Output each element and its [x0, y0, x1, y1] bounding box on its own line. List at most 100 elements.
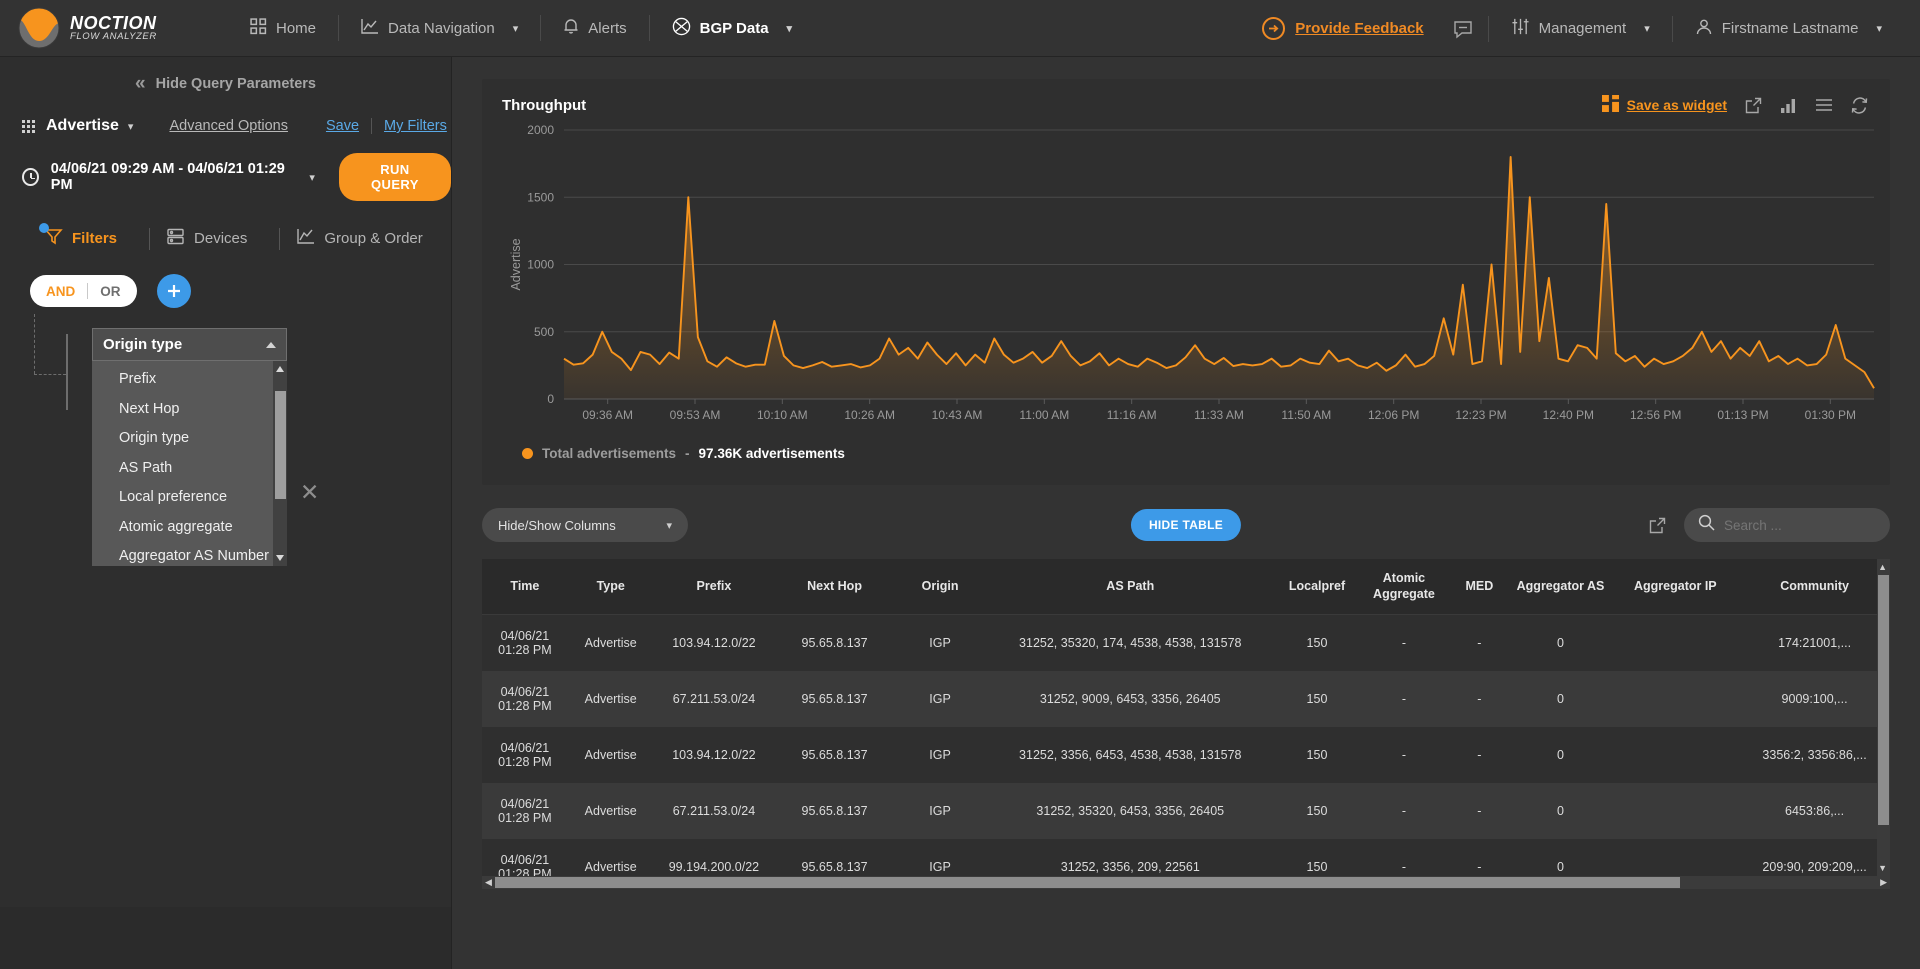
- scroll-left-arrow-icon[interactable]: ◀: [485, 877, 492, 888]
- scroll-down-arrow-icon[interactable]: [276, 555, 284, 561]
- date-range-row: 04/06/21 09:29 AM - 04/06/21 01:29 PM ▾ …: [0, 141, 451, 213]
- scroll-up-arrow-icon[interactable]: ▲: [1878, 562, 1887, 572]
- and-or-toggle[interactable]: AND OR: [30, 275, 137, 307]
- list-menu-icon[interactable]: [1815, 98, 1833, 112]
- col-header-time[interactable]: Time: [482, 559, 568, 616]
- col-header-type[interactable]: Type: [567, 559, 654, 616]
- my-filters-link[interactable]: My Filters: [384, 118, 447, 134]
- tab-group-and-order[interactable]: Group & Order: [296, 228, 438, 249]
- col-header-prefix[interactable]: Prefix: [653, 559, 775, 616]
- table-vertical-scroll-thumb[interactable]: [1878, 575, 1889, 825]
- add-filter-button[interactable]: [156, 274, 191, 308]
- chevron-down-icon[interactable]: ▾: [309, 171, 315, 184]
- funnel-icon: [39, 223, 63, 250]
- export-table-icon[interactable]: [1649, 517, 1666, 534]
- dropdown-scroll-thumb[interactable]: [275, 391, 286, 499]
- bar-chart-icon[interactable]: [1780, 97, 1797, 113]
- bgp-circle-icon: [672, 17, 691, 40]
- svg-text:11:50 AM: 11:50 AM: [1281, 408, 1331, 422]
- svg-text:12:40 PM: 12:40 PM: [1543, 408, 1594, 422]
- hide-table-button[interactable]: HIDE TABLE: [1130, 509, 1242, 541]
- save-as-widget-button[interactable]: Save as widget: [1601, 95, 1727, 115]
- save-link[interactable]: Save: [326, 118, 359, 134]
- sliders-icon: [1511, 17, 1530, 40]
- nav-item-management[interactable]: Management ▾: [1489, 0, 1672, 57]
- col-header-med[interactable]: MED: [1449, 559, 1510, 616]
- save-as-widget-label: Save as widget: [1626, 97, 1727, 113]
- run-query-button[interactable]: RUN QUERY: [338, 153, 451, 201]
- clock-icon: [22, 168, 39, 186]
- tab-devices[interactable]: Devices: [166, 228, 263, 249]
- tab-filters[interactable]: Filters: [39, 223, 133, 250]
- date-range-value[interactable]: 04/06/21 09:29 AM - 04/06/21 01:29 PM: [51, 161, 289, 193]
- chart-order-icon: [296, 228, 315, 249]
- cell-type: Advertise: [584, 692, 637, 707]
- dropdown-scrollbar[interactable]: [273, 361, 287, 566]
- table-horizontal-scroll-thumb[interactable]: [495, 877, 1680, 888]
- filter-option-prefix[interactable]: Prefix: [92, 365, 287, 395]
- cell-atomic: -: [1401, 692, 1407, 707]
- nav-item-user-account[interactable]: Firstname Lastname ▾: [1673, 0, 1904, 57]
- table-search-box[interactable]: [1684, 508, 1890, 542]
- filter-option-aggregator-as-number[interactable]: Aggregator AS Number: [92, 542, 287, 566]
- scroll-right-arrow-icon[interactable]: ▶: [1880, 877, 1887, 888]
- chevron-down-icon[interactable]: ▾: [128, 120, 134, 133]
- filter-option-as-path[interactable]: AS Path: [92, 454, 287, 484]
- col-header-next-hop[interactable]: Next Hop: [774, 559, 895, 616]
- chevron-down-icon: ▾: [512, 22, 519, 35]
- chevron-down-icon: ▾: [666, 519, 672, 532]
- table-row[interactable]: 04/06/21 01:28 PM Advertise 67.211.53.0/24 9…: [482, 671, 1890, 728]
- filter-field-dropdown[interactable]: Prefix Next Hop Origin type AS Path Loca…: [92, 361, 287, 566]
- nav-item-bgp-data[interactable]: BGP Data ▾: [650, 0, 814, 57]
- cell-as-path: 31252, 35320, 6453, 3356, 26405: [1036, 804, 1225, 819]
- scroll-down-arrow-icon[interactable]: ▼: [1878, 863, 1887, 873]
- query-type-select[interactable]: Advertise: [46, 117, 119, 135]
- filter-field-select[interactable]: Origin type: [92, 328, 287, 361]
- table-row[interactable]: 04/06/21 01:28 PM Advertise 103.94.12.0/22 9…: [482, 614, 1890, 672]
- nav-item-alerts[interactable]: Alerts: [541, 0, 648, 57]
- logic-and-option[interactable]: AND: [34, 284, 87, 299]
- nav-item-data-navigation[interactable]: Data Navigation ▾: [339, 0, 540, 57]
- sidebar-footer: [0, 907, 451, 969]
- col-header-aggregator-ip[interactable]: Aggregator IP: [1611, 559, 1740, 616]
- filter-option-atomic-aggregate[interactable]: Atomic aggregate: [92, 513, 287, 543]
- filter-option-next-hop[interactable]: Next Hop: [92, 395, 287, 425]
- chat-bubble-icon[interactable]: [1438, 18, 1488, 40]
- col-header-atomic-aggregate[interactable]: Atomic Aggregate: [1358, 559, 1450, 616]
- cell-community: 174:21001,...: [1778, 636, 1852, 651]
- table-vertical-scrollbar[interactable]: ▲ ▼: [1877, 559, 1890, 889]
- remove-filter-button[interactable]: ✕: [300, 479, 319, 506]
- search-input[interactable]: [1724, 517, 1874, 533]
- chevron-down-icon: ▾: [786, 22, 793, 35]
- filter-option-origin-type[interactable]: Origin type: [92, 424, 287, 454]
- col-header-as-path[interactable]: AS Path: [985, 559, 1276, 616]
- scroll-up-arrow-icon[interactable]: [276, 366, 284, 372]
- svg-text:09:53 AM: 09:53 AM: [670, 408, 721, 422]
- col-header-community[interactable]: Community: [1739, 559, 1890, 616]
- grid-dots-icon: [22, 119, 35, 133]
- brand-logo-area[interactable]: NOCTION FLOW ANALYZER: [0, 7, 200, 49]
- cell-origin: IGP: [929, 748, 951, 763]
- table-horizontal-scrollbar[interactable]: ◀ ▶: [482, 876, 1890, 889]
- logic-or-option[interactable]: OR: [88, 284, 132, 299]
- filter-active-dot: [39, 223, 49, 233]
- col-header-localpref[interactable]: Localpref: [1275, 559, 1359, 616]
- table-row[interactable]: 04/06/21 01:28 PM Advertise 103.94.12.0/22 9…: [482, 727, 1890, 784]
- filter-option-local-preference[interactable]: Local preference: [92, 483, 287, 513]
- col-header-origin[interactable]: Origin: [894, 559, 986, 616]
- nav-item-home[interactable]: Home: [228, 0, 338, 57]
- table-row[interactable]: 04/06/21 01:28 PM Advertise 67.211.53.0/24 9…: [482, 783, 1890, 840]
- external-link-icon[interactable]: [1745, 97, 1762, 114]
- hide-show-columns-dropdown[interactable]: Hide/Show Columns ▾: [482, 508, 688, 542]
- query-parameters-sidebar: « Hide Query Parameters Advertise ▾ Adva…: [0, 57, 452, 969]
- chevron-down-icon: ▾: [1644, 23, 1650, 35]
- provide-feedback-button[interactable]: Provide Feedback: [1262, 17, 1437, 40]
- advanced-options-link[interactable]: Advanced Options: [169, 118, 288, 134]
- hide-query-parameters-button[interactable]: « Hide Query Parameters: [0, 57, 451, 111]
- col-header-aggregator-as[interactable]: Aggregator AS: [1509, 559, 1612, 616]
- throughput-chart[interactable]: 0 500 1000 1500 2000 Advertise 09:36 AM 09:53 A…: [502, 120, 1875, 440]
- nav-label-data-navigation: Data Navigation: [388, 19, 495, 37]
- refresh-icon[interactable]: [1851, 96, 1868, 114]
- legend-series-name: Total advertisements: [542, 446, 677, 461]
- cell-aggregator-ip: [1612, 671, 1740, 727]
